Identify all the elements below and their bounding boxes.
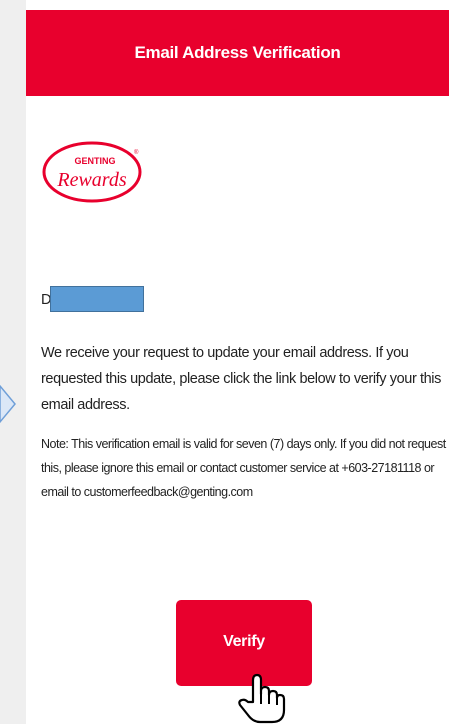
logo-registered-mark: ® (134, 149, 139, 156)
logo-top-text: GENTING (74, 156, 115, 166)
chevron-right-icon (0, 384, 16, 424)
left-margin (0, 0, 26, 724)
verify-button-label: Verify (223, 633, 265, 650)
note-text: Note: This verification email is valid f… (41, 437, 446, 499)
logo-script-text: Rewards (56, 169, 126, 191)
body-text: We receive your request to update your e… (41, 345, 441, 413)
redacted-name-box (50, 286, 144, 312)
email-header: Email Address Verification (26, 10, 449, 96)
hand-pointer-icon (238, 673, 286, 724)
header-title: Email Address Verification (134, 43, 341, 62)
genting-rewards-logo: GENTING Rewards ® (42, 141, 142, 203)
email-card: Email Address Verification GENTING Rewar… (26, 0, 449, 724)
